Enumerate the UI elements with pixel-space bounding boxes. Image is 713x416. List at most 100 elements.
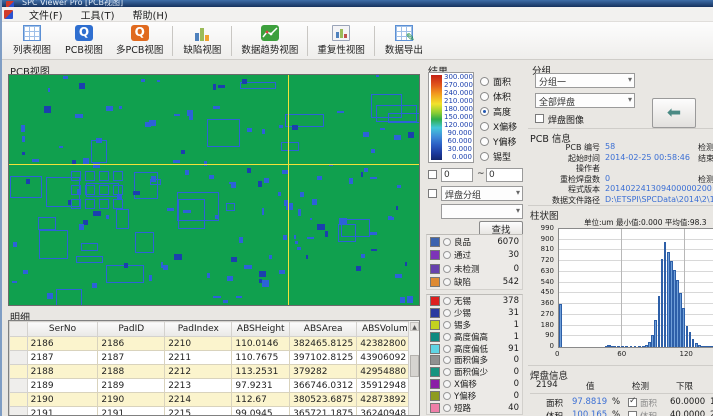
row-selector[interactable]: [10, 351, 28, 365]
pcb-component-outline: [71, 199, 81, 209]
pcb-pad: [294, 235, 296, 238]
legend-item-未检测[interactable]: 未检测0: [427, 262, 522, 276]
legend-item-高度偏高[interactable]: 高度偏高1: [427, 331, 522, 343]
range-filter-checkbox[interactable]: [428, 170, 437, 179]
legend-item-通过[interactable]: 通过30: [427, 249, 522, 263]
legend-item-良品[interactable]: 良品6070: [427, 235, 522, 249]
pcb-pad: [23, 270, 28, 274]
scrollbar-thumb[interactable]: [410, 355, 419, 377]
table-row[interactable]: 218821882212113.253137928242954880: [10, 365, 419, 379]
column-header-PadIndex[interactable]: PadIndex: [165, 322, 232, 337]
legend-item-缺陷[interactable]: 缺陷542: [427, 276, 522, 290]
pcb-pad: [278, 192, 281, 196]
pcb-pad: [242, 79, 247, 85]
legend-item-锡多[interactable]: 锡多1: [427, 319, 522, 331]
x-tick-label: 120: [680, 350, 693, 358]
toolbar-multi-pcb-view-button[interactable]: Q 多PCB视图: [110, 23, 169, 59]
legend-item-X偏移[interactable]: X偏移0: [427, 378, 522, 390]
legend-radio-icon: [443, 404, 451, 412]
pcb-pad: [151, 176, 157, 182]
row-selector[interactable]: [10, 337, 28, 351]
result-type-radio-Y偏移[interactable]: Y偏移: [480, 134, 525, 149]
table-row[interactable]: 21892189221397.9231366746.031235912948: [10, 379, 419, 393]
pad-scope-dropdown[interactable]: 全部焊盘: [535, 93, 635, 108]
column-header-SerNo[interactable]: SerNo: [27, 322, 98, 337]
row-selector[interactable]: [10, 379, 28, 393]
result-type-radio-体积[interactable]: 体积: [480, 89, 525, 104]
pcb-info-label: 重检焊盘数: [528, 174, 600, 185]
menu-file[interactable]: 文件(F): [21, 6, 71, 23]
legend-item-少锡[interactable]: 少锡31: [427, 307, 522, 319]
pcb-pad: [269, 255, 271, 259]
menu-tools[interactable]: 工具(T): [73, 6, 123, 23]
legend-item-Y偏移[interactable]: Y偏移0: [427, 390, 522, 402]
legend-count: 0: [514, 264, 519, 274]
menu-help[interactable]: 帮助(H): [124, 6, 175, 23]
secondary-dropdown[interactable]: [441, 204, 523, 219]
row-selector[interactable]: [10, 393, 28, 407]
pcb-canvas[interactable]: [8, 74, 420, 306]
pad-group-checkbox[interactable]: [428, 189, 437, 198]
column-header-ABSArea[interactable]: ABSArea: [290, 322, 357, 337]
pcb-pad: [174, 254, 182, 260]
result-type-radio-面积[interactable]: 面积: [480, 74, 525, 89]
group-select-dropdown[interactable]: 分组一: [535, 73, 635, 88]
pcb-pad: [361, 254, 366, 258]
histogram-bar: [559, 304, 562, 347]
range-to-input[interactable]: [486, 168, 523, 182]
table-row[interactable]: 219021902214112.67380523.687542873892: [10, 393, 419, 407]
pcb-info-label: PCB 编号: [528, 142, 600, 153]
pad-metric-checkbox[interactable]: [628, 411, 637, 416]
legend-color-swatch: [430, 367, 440, 377]
result-type-radio-高度[interactable]: 高度: [480, 104, 525, 119]
detail-table-grid[interactable]: SerNoPadIDPadIndexABSHeightABSAreaABSVol…: [9, 321, 419, 416]
legend-item-无锡[interactable]: 无锡378: [427, 295, 522, 307]
radio-label: 体积: [493, 90, 511, 103]
pcb-component-outline: [338, 224, 356, 242]
pcb-component-outline: [99, 185, 109, 195]
pcb-component-outline: [177, 192, 219, 221]
legend-item-面积偏少[interactable]: 面积偏少0: [427, 366, 522, 378]
legend-defect-list: 无锡378少锡31锡多1高度偏高1高度偏低91面积偏多0面积偏少0X偏移0Y偏移…: [426, 294, 523, 415]
table-row[interactable]: 218721872211110.7675397102.812543906092: [10, 351, 419, 365]
toolbar-defect-view-button[interactable]: 缺陷视图: [176, 23, 228, 59]
toolbar-data-export-button[interactable]: 数据导出: [378, 23, 430, 59]
color-scale-tick: 300.000: [444, 74, 472, 81]
column-header-PadID[interactable]: PadID: [98, 322, 165, 337]
toolbar-trend-view-button[interactable]: 数据趋势视图: [235, 23, 304, 59]
pad-image-checkbox[interactable]: [535, 114, 544, 123]
toolbar-list-view-button[interactable]: 列表视图: [6, 23, 58, 59]
legend-color-swatch: [430, 379, 440, 389]
y-tick-label: 900: [530, 235, 554, 243]
range-from-input[interactable]: [441, 168, 473, 182]
gridline: [559, 228, 713, 229]
pcb-view-icon: Q: [75, 25, 93, 41]
column-header-ABSHeight[interactable]: ABSHeight: [232, 322, 290, 337]
toolbar-repeat-view-button[interactable]: 重复性视图: [311, 23, 371, 59]
pad-metric-checkbox[interactable]: [628, 398, 637, 407]
result-type-radio-X偏移[interactable]: X偏移: [480, 119, 525, 134]
pcb-pad: [405, 262, 408, 266]
row-selector[interactable]: [10, 407, 28, 416]
table-row[interactable]: 218621862210110.0146382465.812542382800: [10, 337, 419, 351]
table-cell: 2188: [27, 365, 98, 379]
pad-group-dropdown[interactable]: 焊盘分组: [441, 186, 523, 201]
back-arrow-button[interactable]: ⬅: [652, 98, 696, 128]
table-cell: 112.67: [232, 393, 290, 407]
legend-item-短路[interactable]: 短路40: [427, 402, 522, 414]
table-row[interactable]: 21912191221599.0945365721.187536240948: [10, 407, 419, 416]
row-selector[interactable]: [10, 365, 28, 379]
histogram-plot[interactable]: [558, 228, 713, 348]
detail-header-row: SerNoPadIDPadIndexABSHeightABSAreaABSVol…: [10, 322, 419, 337]
pcb-pad: [312, 199, 317, 204]
legend-count: 31: [508, 308, 519, 318]
pcb-info-label: 程式版本: [528, 184, 600, 195]
table-cell: 366746.0312: [290, 379, 357, 393]
scroll-up-icon[interactable]: ▲: [410, 322, 419, 331]
result-type-radio-锡型[interactable]: 锡型: [480, 149, 525, 164]
histogram-bar: [613, 346, 616, 347]
legend-item-高度偏低[interactable]: 高度偏低91: [427, 343, 522, 355]
legend-item-面积偏多[interactable]: 面积偏多0: [427, 354, 522, 366]
detail-table-scrollbar[interactable]: ▲: [408, 321, 419, 415]
toolbar-pcb-view-button[interactable]: Q PCB视图: [58, 23, 110, 59]
